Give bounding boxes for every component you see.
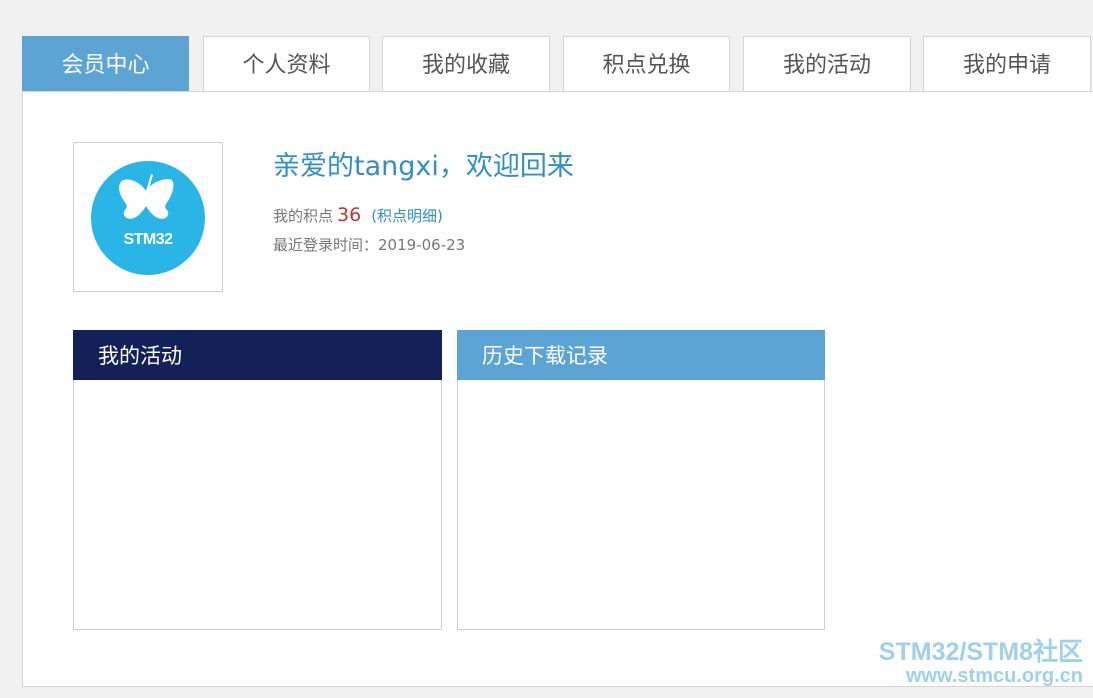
tab-points-exchange[interactable]: 积点兑换 (563, 36, 730, 91)
my-activities-box: 我的活动 (73, 330, 442, 630)
tab-my-activities[interactable]: 我的活动 (743, 36, 911, 91)
last-login-row: 最近登录时间：2019-06-23 (273, 234, 465, 255)
member-center-panel: STM32 亲爱的tangxi，欢迎回来 我的积点 36 (积点明细) 最近登录时间… (22, 91, 1093, 687)
download-history-header: 历史下载记录 (457, 330, 825, 380)
last-login-label: 最近登录时间： (273, 236, 379, 254)
points-detail-link[interactable]: (积点明细) (371, 207, 443, 225)
points-value: 36 (337, 204, 362, 226)
butterfly-logo-icon: STM32 (91, 161, 205, 275)
tab-member-center[interactable]: 会员中心 (22, 36, 189, 91)
points-row: 我的积点 36 (积点明细) (273, 204, 443, 226)
tab-my-favorites[interactable]: 我的收藏 (382, 36, 550, 91)
watermark-title: STM32/STM8社区 (878, 638, 1083, 666)
welcome-message: 亲爱的tangxi，欢迎回来 (273, 151, 574, 182)
avatar[interactable]: STM32 (73, 142, 223, 292)
site-watermark: STM32/STM8社区 www.stmcu.org.cn (878, 638, 1083, 687)
avatar-logo-text: STM32 (123, 231, 173, 248)
my-activities-header: 我的活动 (73, 330, 442, 380)
tab-my-applications[interactable]: 我的申请 (923, 36, 1091, 91)
download-history-box: 历史下载记录 (457, 330, 825, 630)
tab-personal-info[interactable]: 个人资料 (203, 36, 370, 91)
watermark-url: www.stmcu.org.cn (905, 665, 1083, 687)
last-login-value: 2019-06-23 (378, 236, 466, 254)
tab-bar: 会员中心 个人资料 我的收藏 积点兑换 我的活动 我的申请 (22, 36, 1093, 92)
points-label: 我的积点 (273, 207, 334, 225)
